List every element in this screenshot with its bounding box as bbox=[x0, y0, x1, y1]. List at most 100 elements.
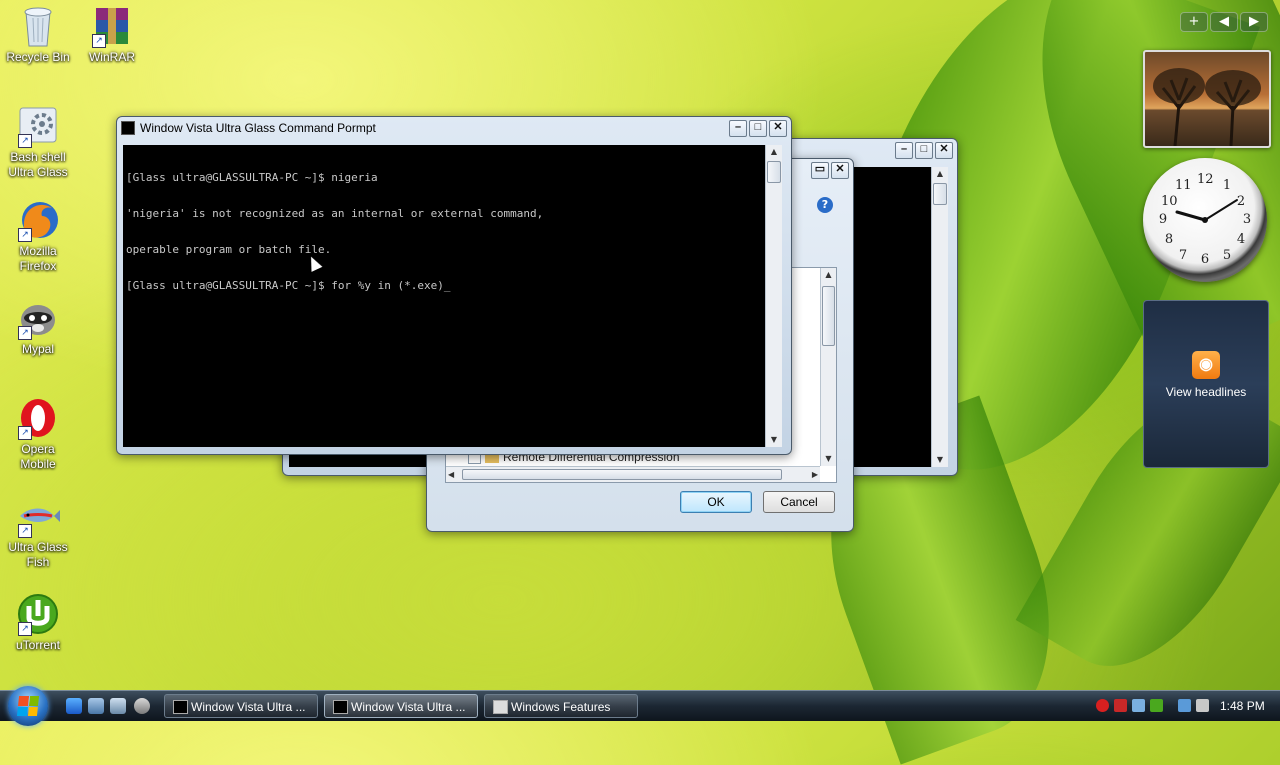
console-icon bbox=[333, 700, 348, 714]
next-icon[interactable]: ▶ bbox=[1240, 12, 1268, 32]
ok-button[interactable]: OK bbox=[680, 491, 752, 513]
shortcut-arrow-icon: ↗ bbox=[18, 622, 32, 636]
command-prompt-window[interactable]: Window Vista Ultra Glass Command Pormpt … bbox=[116, 116, 792, 455]
sidebar-controls: + ◀ ▶ bbox=[1180, 12, 1268, 32]
scroll-left-icon[interactable]: ◀ bbox=[448, 467, 454, 482]
desktop-icon-mypal[interactable]: ↗ Mypal bbox=[0, 296, 76, 357]
bash-shell-icon: ↗ bbox=[16, 104, 60, 148]
mypal-icon: ↗ bbox=[16, 296, 60, 340]
close-button[interactable]: ✕ bbox=[935, 141, 953, 159]
taskbar-button-label: Window Vista Ultra ... bbox=[191, 700, 306, 714]
minimize-button[interactable]: – bbox=[729, 119, 747, 137]
system-clock[interactable]: 1:48 PM bbox=[1220, 691, 1265, 721]
taskbar-button-cmd-2[interactable]: Window Vista Ultra ... bbox=[324, 694, 478, 718]
scroll-up-icon[interactable]: ▲ bbox=[932, 167, 948, 181]
recycle-bin-icon bbox=[16, 4, 60, 48]
shortcut-arrow-icon: ↗ bbox=[18, 524, 32, 538]
show-desktop-icon[interactable] bbox=[88, 698, 104, 714]
scroll-thumb[interactable] bbox=[462, 469, 782, 480]
view-headlines-link[interactable]: View headlines bbox=[1144, 385, 1268, 399]
clock-gadget[interactable]: 12 1 2 3 4 5 6 7 8 9 10 11 bbox=[1143, 158, 1267, 282]
utorrent-tray-icon[interactable] bbox=[1150, 699, 1163, 712]
console-icon bbox=[121, 121, 135, 135]
desktop-icon-label: WinRAR bbox=[88, 50, 135, 64]
shortcut-arrow-icon: ↗ bbox=[18, 326, 32, 340]
console-line: operable program or batch file. bbox=[126, 243, 332, 256]
console-output[interactable]: [Glass ultra@GLASSULTRA-PC ~]$ nigeria '… bbox=[123, 145, 765, 447]
maximize-button[interactable]: □ bbox=[749, 119, 767, 137]
desktop-icon-label: Opera Mobile bbox=[20, 442, 56, 471]
slideshow-gadget[interactable] bbox=[1143, 50, 1271, 148]
restore-button[interactable]: ▭ bbox=[811, 161, 829, 179]
desktop-icon-fish[interactable]: ↗ Ultra Glass Fish bbox=[0, 494, 76, 570]
title-bar[interactable]: Window Vista Ultra Glass Command Pormpt … bbox=[117, 117, 791, 139]
close-button[interactable]: ✕ bbox=[769, 119, 787, 137]
scroll-down-icon[interactable]: ▼ bbox=[821, 452, 836, 466]
desktop-icon-bash-shell[interactable]: ↗ Bash shell Ultra Glass bbox=[0, 104, 76, 180]
maximize-button[interactable]: □ bbox=[915, 141, 933, 159]
desktop-icon-label: Recycle Bin bbox=[6, 50, 70, 64]
scroll-right-icon[interactable]: ▶ bbox=[812, 467, 818, 482]
desktop-icon-winrar[interactable]: ↗ WinRAR bbox=[74, 4, 150, 65]
tray-app-icon[interactable] bbox=[1132, 699, 1145, 712]
scroll-down-icon[interactable]: ▼ bbox=[766, 433, 782, 447]
internet-explorer-icon[interactable] bbox=[66, 698, 82, 714]
features-vertical-scrollbar[interactable]: ▲ ▼ bbox=[820, 268, 836, 466]
scroll-up-icon[interactable]: ▲ bbox=[766, 145, 782, 159]
opera-icon: ↗ bbox=[16, 396, 60, 440]
taskbar-button-label: Window Vista Ultra ... bbox=[351, 700, 466, 714]
scroll-thumb[interactable] bbox=[767, 161, 781, 183]
console-line: [Glass ultra@GLASSULTRA-PC ~]$ for %y in… bbox=[126, 279, 451, 292]
scroll-down-icon[interactable]: ▼ bbox=[932, 453, 948, 467]
winrar-icon: ↗ bbox=[90, 4, 134, 48]
help-icon[interactable]: ? bbox=[817, 197, 833, 213]
close-button[interactable]: ✕ bbox=[831, 161, 849, 179]
desktop-icon-recycle-bin[interactable]: Recycle Bin bbox=[0, 4, 76, 65]
clock-hands bbox=[1175, 199, 1238, 223]
desktop-icon-label: uTorrent bbox=[15, 638, 61, 652]
network-icon[interactable] bbox=[1178, 699, 1191, 712]
firefox-icon: ↗ bbox=[16, 198, 60, 242]
network-error-icon[interactable] bbox=[1114, 699, 1127, 712]
scroll-up-icon[interactable]: ▲ bbox=[821, 268, 836, 282]
shortcut-arrow-icon: ↗ bbox=[92, 34, 106, 48]
desktop-icon-utorrent[interactable]: ↗ uTorrent bbox=[0, 592, 76, 653]
security-alert-icon[interactable] bbox=[1096, 699, 1109, 712]
desktop-icon-label: Ultra Glass Fish bbox=[8, 540, 68, 569]
desktop-icon-label: Mozilla Firefox bbox=[19, 244, 57, 273]
desktop-icon-opera[interactable]: ↗ Opera Mobile bbox=[0, 396, 76, 472]
console-line: 'nigeria' is not recognized as an intern… bbox=[126, 207, 544, 220]
console-line: [Glass ultra@GLASSULTRA-PC ~]$ nigeria bbox=[126, 171, 378, 184]
horizontal-scrollbar[interactable]: ◀ ▶ bbox=[446, 466, 820, 482]
vertical-scrollbar[interactable]: ▲ ▼ bbox=[765, 145, 782, 447]
cancel-button[interactable]: Cancel bbox=[763, 491, 835, 513]
console-icon bbox=[173, 700, 188, 714]
windows-logo-icon bbox=[16, 696, 40, 716]
shortcut-arrow-icon: ↗ bbox=[18, 426, 32, 440]
minimize-button[interactable]: – bbox=[895, 141, 913, 159]
fish-icon: ↗ bbox=[16, 494, 60, 538]
settings-gear-icon[interactable] bbox=[134, 698, 150, 714]
scroll-thumb[interactable] bbox=[933, 183, 947, 205]
switch-windows-icon[interactable] bbox=[110, 698, 126, 714]
desktop-icon-label: Mypal bbox=[21, 342, 54, 356]
taskbar-button-cmd-1[interactable]: Window Vista Ultra ... bbox=[164, 694, 318, 718]
taskbar-button-windows-features[interactable]: Windows Features bbox=[484, 694, 638, 718]
scroll-thumb[interactable] bbox=[822, 286, 835, 346]
add-gadget-button[interactable]: + bbox=[1180, 12, 1208, 32]
taskbar: Window Vista Ultra ... Window Vista Ultr… bbox=[0, 686, 1280, 726]
start-button[interactable] bbox=[8, 686, 48, 726]
desktop-icon-firefox[interactable]: ↗ Mozilla Firefox bbox=[0, 198, 76, 274]
rss-icon: ◉ bbox=[1192, 351, 1220, 379]
shortcut-arrow-icon: ↗ bbox=[18, 134, 32, 148]
desktop-icon-label: Bash shell Ultra Glass bbox=[8, 150, 68, 179]
shortcut-arrow-icon: ↗ bbox=[18, 228, 32, 242]
tree-photo bbox=[1153, 68, 1261, 146]
volume-muted-icon[interactable] bbox=[1196, 699, 1209, 712]
utorrent-icon: ↗ bbox=[16, 592, 60, 636]
feed-headlines-gadget[interactable]: ◉ View headlines bbox=[1143, 300, 1269, 468]
previous-icon[interactable]: ◀ bbox=[1210, 12, 1238, 32]
vertical-scrollbar[interactable]: ▲ ▼ bbox=[931, 167, 948, 467]
windows-features-icon bbox=[493, 700, 508, 714]
window-title: Window Vista Ultra Glass Command Pormpt bbox=[140, 121, 376, 135]
